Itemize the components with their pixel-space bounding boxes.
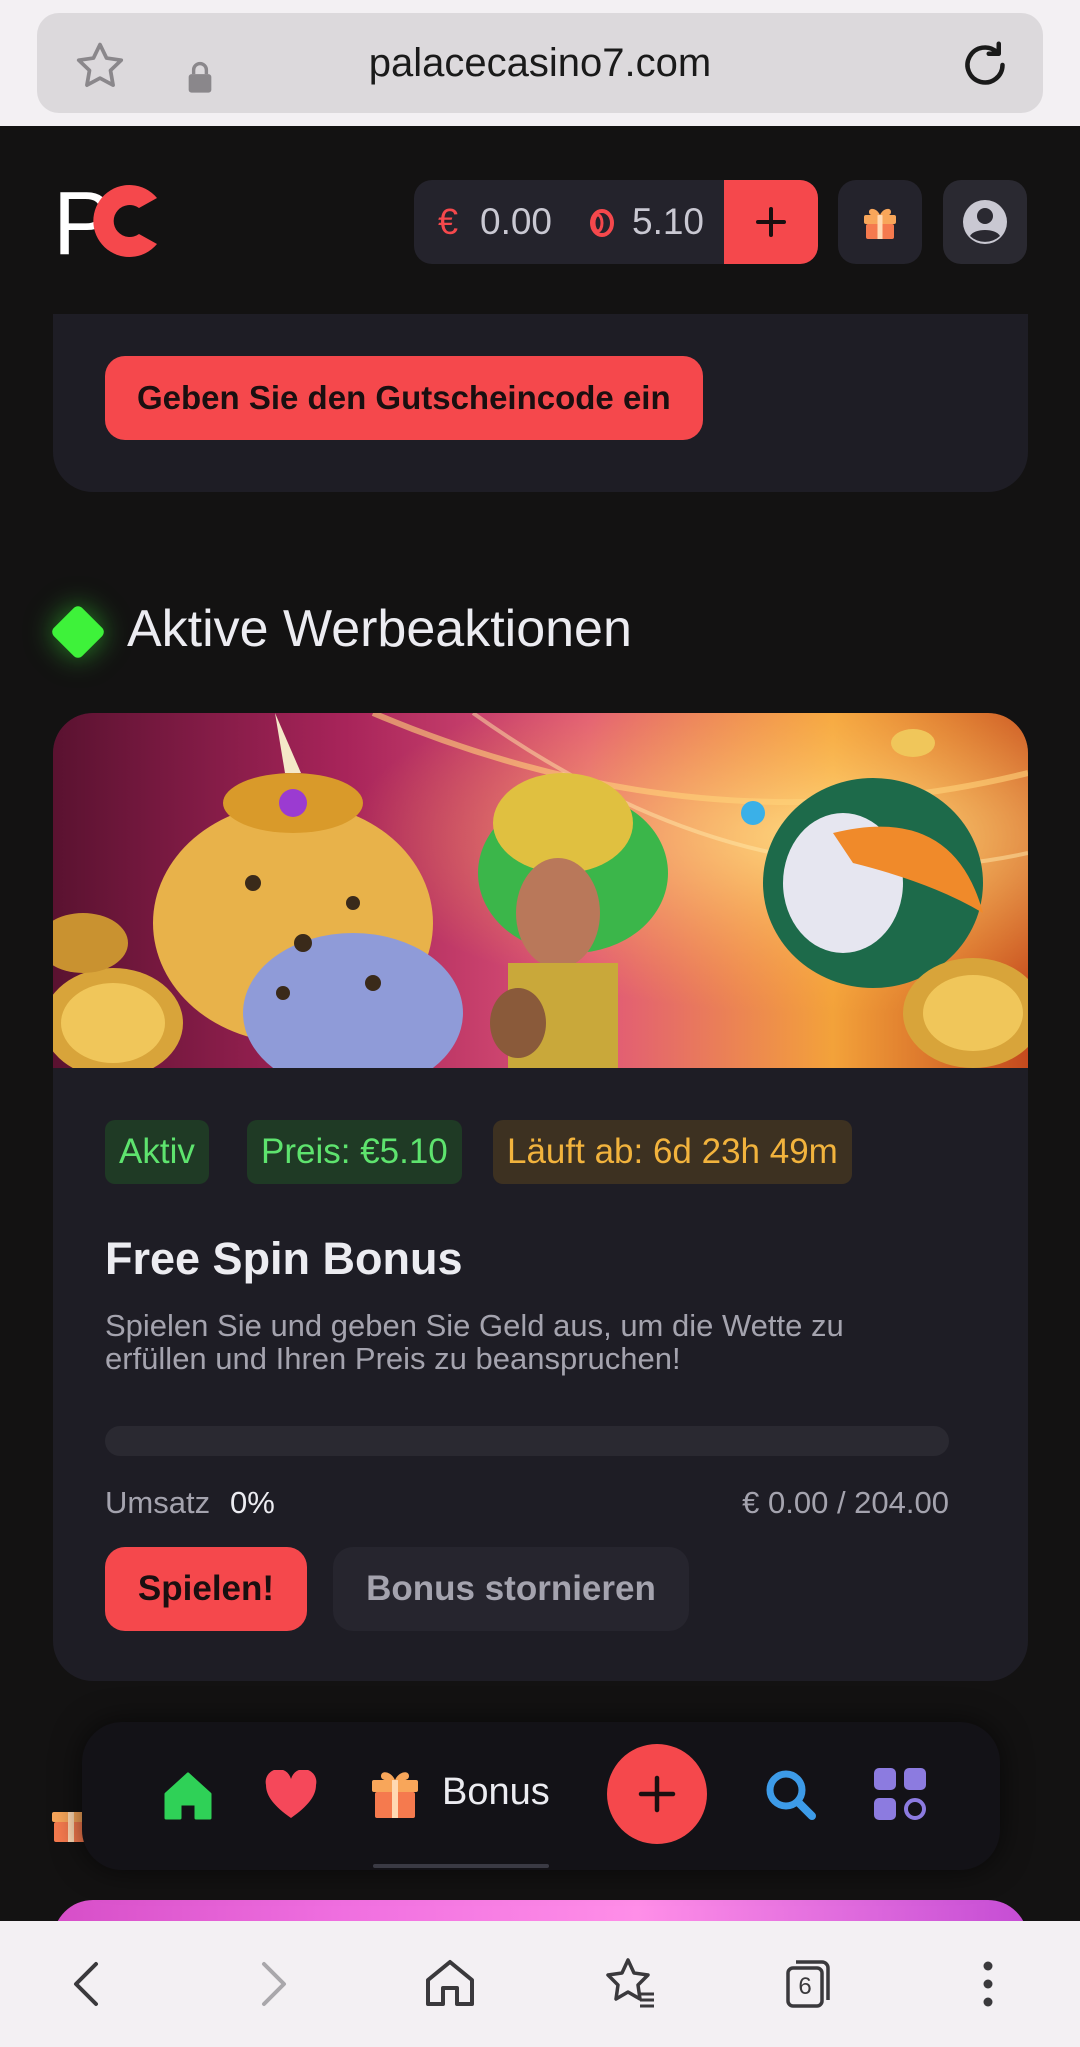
address-bar[interactable]: palacecasino7.com [37, 13, 1043, 113]
deposit-button[interactable] [724, 180, 818, 264]
enter-voucher-button[interactable]: Geben Sie den Gutscheincode ein [105, 356, 703, 440]
back-icon[interactable] [58, 1954, 118, 2014]
wager-percent: 0% [230, 1485, 275, 1520]
site-header: P € 0.00 5.10 [0, 126, 1080, 312]
coin-icon [590, 209, 614, 237]
currency-symbol: € [438, 201, 459, 242]
cancel-bonus-button[interactable]: Bonus stornieren [333, 1547, 689, 1631]
promotion-title: Free Spin Bonus [105, 1233, 463, 1284]
play-button[interactable]: Spielen! [105, 1547, 307, 1631]
browser-toolbar: palacecasino7.com [0, 0, 1080, 126]
expiry-badge: Läuft ab: 6d 23h 49m [493, 1120, 852, 1184]
gift-icon[interactable] [370, 1764, 420, 1820]
voucher-card: Geben Sie den Gutscheincode ein [53, 314, 1028, 492]
browser-home-icon[interactable] [420, 1954, 480, 2014]
forward-icon[interactable] [242, 1954, 302, 2014]
wager-progress-bar [105, 1426, 949, 1456]
browser-bottom-toolbar: 6 [0, 1921, 1080, 2047]
palace-casino-logo[interactable]: P [53, 176, 163, 266]
tab-count: 6 [798, 1973, 812, 2000]
url-text: palacecasino7.com [368, 41, 712, 85]
wager-label: Umsatz [105, 1485, 211, 1520]
status-badge: Aktiv [105, 1120, 209, 1184]
app-bottom-nav: Bonus [82, 1722, 1000, 1870]
search-icon[interactable] [762, 1766, 818, 1822]
nav-deposit-button[interactable] [607, 1744, 707, 1844]
reload-icon[interactable] [955, 35, 1015, 95]
prize-badge: Preis: €5.10 [247, 1120, 462, 1184]
home-icon[interactable] [160, 1768, 216, 1824]
promotion-description: Spielen Sie und geben Sie Geld aus, um d… [105, 1308, 844, 1376]
user-icon [963, 200, 1007, 244]
active-promotions-icon [49, 603, 107, 661]
tabs-button[interactable]: 6 [778, 1954, 838, 2014]
promotion-banner-image [53, 713, 1028, 1068]
balance-amount: 0.00 [480, 201, 553, 242]
gift-icon [52, 1812, 84, 1842]
plus-icon [756, 207, 786, 237]
nav-active-indicator [373, 1864, 549, 1868]
promotion-card: Aktiv Preis: €5.10 Läuft ab: 6d 23h 49m … [53, 713, 1028, 1681]
plus-icon [638, 1775, 676, 1813]
section-title: Aktive Werbeaktionen [127, 600, 632, 658]
profile-button[interactable] [943, 180, 1027, 264]
coin-balance: 5.10 [632, 201, 705, 242]
nav-bonus-label[interactable]: Bonus [442, 1762, 550, 1822]
apps-icon[interactable] [872, 1766, 928, 1822]
bookmarks-icon[interactable] [600, 1954, 660, 2014]
gift-icon [864, 208, 896, 239]
menu-icon[interactable] [958, 1954, 1018, 2014]
gift-button[interactable] [838, 180, 922, 264]
wager-amount: € 0.00 / 204.00 [742, 1485, 949, 1520]
heart-icon[interactable] [264, 1770, 318, 1820]
